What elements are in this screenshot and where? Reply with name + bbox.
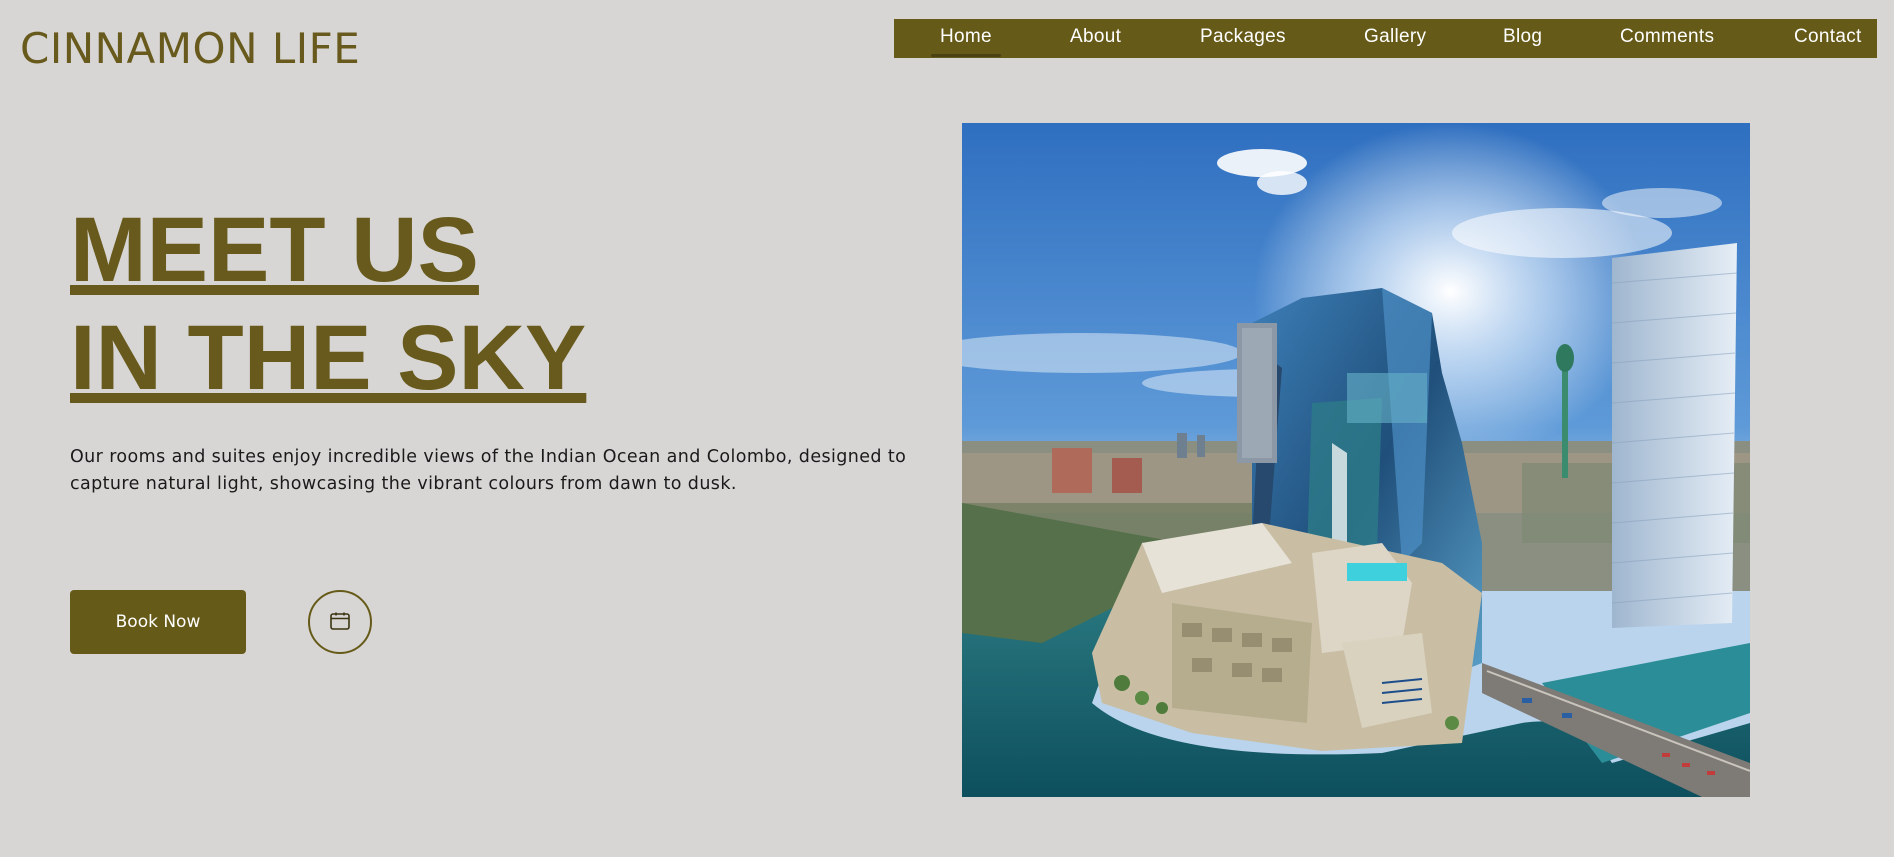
nav-item-blog[interactable]: Blog: [1503, 19, 1542, 58]
hero-description: Our rooms and suites enjoy incredible vi…: [70, 447, 907, 494]
nav-item-contact[interactable]: Contact: [1794, 19, 1862, 58]
nav-item-comments[interactable]: Comments: [1620, 19, 1714, 58]
hero-headline: MEET US IN THE SKY: [70, 196, 586, 412]
calendar-button[interactable]: [308, 590, 372, 654]
aerial-city-illustration: [962, 123, 1750, 797]
book-now-button[interactable]: Book Now: [70, 590, 246, 654]
calendar-icon: [330, 612, 350, 633]
nav-item-gallery[interactable]: Gallery: [1364, 19, 1426, 58]
nav-item-packages[interactable]: Packages: [1200, 19, 1286, 58]
nav-item-about[interactable]: About: [1070, 19, 1121, 58]
nav-item-home[interactable]: Home: [931, 19, 1001, 58]
brand-logo-text[interactable]: CINNAMON LIFE: [20, 22, 360, 76]
hero-city-photo: [962, 123, 1750, 797]
headline-line-1: MEET US: [70, 199, 479, 301]
headline-line-2: IN THE SKY: [70, 307, 587, 409]
main-navbar: Home About Packages Gallery Blog Comment…: [894, 19, 1877, 58]
